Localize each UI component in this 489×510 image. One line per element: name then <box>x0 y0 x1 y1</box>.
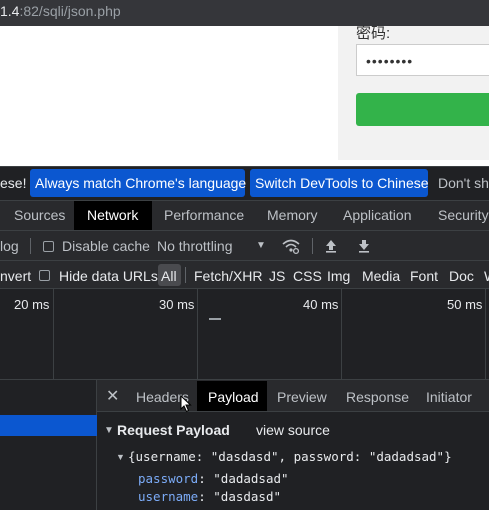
filter-doc[interactable]: Doc <box>449 268 474 284</box>
tab-security[interactable]: Security <box>438 207 489 223</box>
disable-cache-label[interactable]: Disable cache <box>62 238 150 254</box>
tab-performance[interactable]: Performance <box>164 207 244 223</box>
tab-payload[interactable]: Payload <box>208 389 259 405</box>
timeline-tick: 40 ms <box>303 297 339 312</box>
filter-img[interactable]: Img <box>327 268 350 284</box>
submit-button[interactable] <box>356 93 489 126</box>
throttling-select[interactable]: No throttling <box>157 238 232 254</box>
mouse-cursor-icon <box>180 394 192 416</box>
filter-media[interactable]: Media <box>362 268 400 284</box>
toolbar-divider <box>30 238 31 254</box>
chevron-down-icon[interactable]: ▼ <box>256 240 266 251</box>
filter-fetch-xhr[interactable]: Fetch/XHR <box>194 268 262 284</box>
tab-application[interactable]: Application <box>343 207 412 223</box>
request-list <box>0 380 97 510</box>
timeline-gridline <box>197 289 198 380</box>
password-value: •••••••• <box>366 53 414 69</box>
hide-data-urls-checkbox[interactable] <box>39 270 50 281</box>
network-conditions-icon[interactable] <box>281 237 301 258</box>
timeline-tick: 30 ms <box>159 297 195 312</box>
view-source-link[interactable]: view source <box>256 422 330 438</box>
dont-show-again-link[interactable]: Don't sh <box>438 175 489 191</box>
timeline-gridline <box>485 289 486 380</box>
match-language-button[interactable]: Always match Chrome's language <box>30 169 246 197</box>
password-label: 密码: <box>356 25 391 42</box>
tab-initiator[interactable]: Initiator <box>426 389 472 405</box>
expand-triangle-icon[interactable]: ▼ <box>116 452 125 462</box>
request-payload-title[interactable]: Request Payload <box>117 422 230 438</box>
url-text[interactable]: 1.4:82/sqli/json.php <box>0 3 121 19</box>
filter-all[interactable]: All <box>161 268 177 284</box>
timeline-overview[interactable] <box>0 289 489 380</box>
filter-css[interactable]: CSS <box>293 268 322 284</box>
filter-divider <box>185 267 186 283</box>
hide-data-urls-label[interactable]: Hide data URLs <box>59 268 158 284</box>
request-bar <box>209 318 221 320</box>
tab-response[interactable]: Response <box>346 389 409 405</box>
filter-js[interactable]: JS <box>269 268 285 284</box>
preserve-log-label[interactable]: log <box>0 238 19 254</box>
disable-cache-checkbox[interactable] <box>43 241 54 252</box>
expand-triangle-icon[interactable]: ▼ <box>104 425 114 436</box>
tab-sources[interactable]: Sources <box>14 207 65 223</box>
payload-summary[interactable]: {username: "dasdasd", password: "dadadsa… <box>128 449 452 464</box>
filter-font[interactable]: Font <box>410 268 438 284</box>
timeline-tick: 50 ms <box>447 297 483 312</box>
tab-memory[interactable]: Memory <box>267 207 318 223</box>
toolbar-divider <box>312 238 313 254</box>
export-har-icon[interactable] <box>356 238 372 257</box>
import-har-icon[interactable] <box>323 238 339 257</box>
selected-request-row[interactable] <box>0 415 97 436</box>
infobar-message: ese! <box>0 175 27 191</box>
switch-devtools-chinese-button[interactable]: Switch DevTools to Chinese <box>250 169 429 197</box>
payload-field-password: password: "dadadsad" <box>138 471 289 486</box>
timeline-gridline <box>341 289 342 380</box>
close-icon[interactable]: ✕ <box>106 386 119 406</box>
timeline-gridline <box>53 289 54 380</box>
payload-field-username: username: "dasdasd" <box>138 489 282 504</box>
tab-preview[interactable]: Preview <box>277 389 327 405</box>
tab-network[interactable]: Network <box>87 207 138 223</box>
filter-ws[interactable]: W <box>484 268 489 284</box>
invert-label[interactable]: nvert <box>0 268 31 284</box>
timeline-tick: 20 ms <box>14 297 50 312</box>
